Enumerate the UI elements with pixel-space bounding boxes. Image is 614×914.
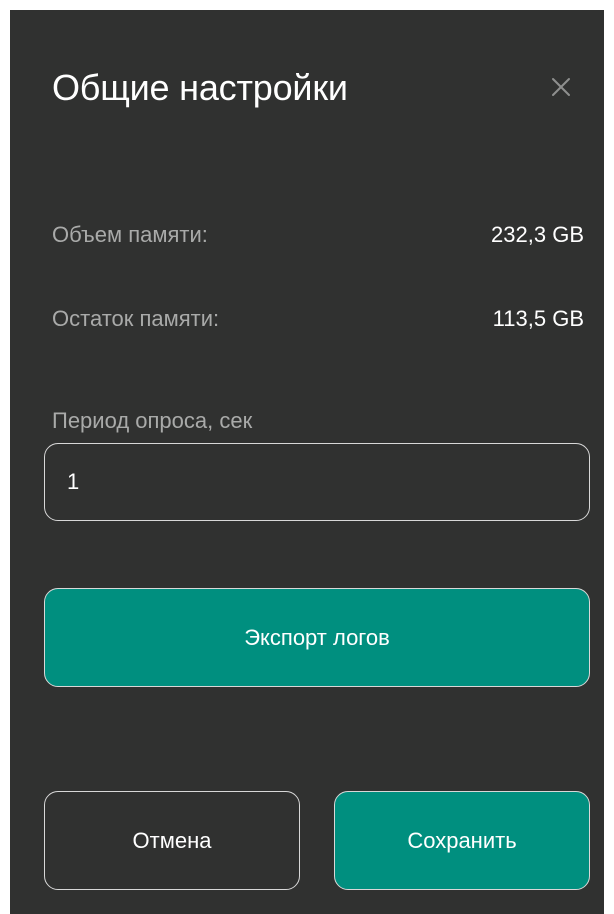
memory-total-value: 232,3 GB	[491, 222, 584, 247]
close-icon	[552, 78, 570, 96]
save-button[interactable]: Сохранить	[334, 791, 590, 890]
memory-free-label: Остаток памяти:	[52, 306, 220, 331]
close-button[interactable]	[544, 70, 578, 104]
memory-total-label: Объем памяти:	[52, 222, 208, 247]
dialog-title: Общие настройки	[52, 67, 348, 108]
export-logs-label: Экспорт логов	[244, 624, 390, 650]
memory-free-value: 113,5 GB	[492, 306, 584, 331]
memory-total-row: Объем памяти: 232,3 GB	[52, 220, 584, 250]
settings-dialog: Общие настройки Объем памяти: 232,3 GB О…	[10, 10, 604, 914]
export-logs-button[interactable]: Экспорт логов	[44, 588, 590, 687]
poll-period-label: Период опроса, сек	[52, 408, 253, 433]
cancel-label: Отмена	[132, 827, 212, 853]
memory-free-row: Остаток памяти: 113,5 GB	[52, 304, 584, 334]
cancel-button[interactable]: Отмена	[44, 791, 300, 890]
save-label: Сохранить	[407, 827, 517, 853]
poll-period-input[interactable]	[44, 443, 590, 521]
